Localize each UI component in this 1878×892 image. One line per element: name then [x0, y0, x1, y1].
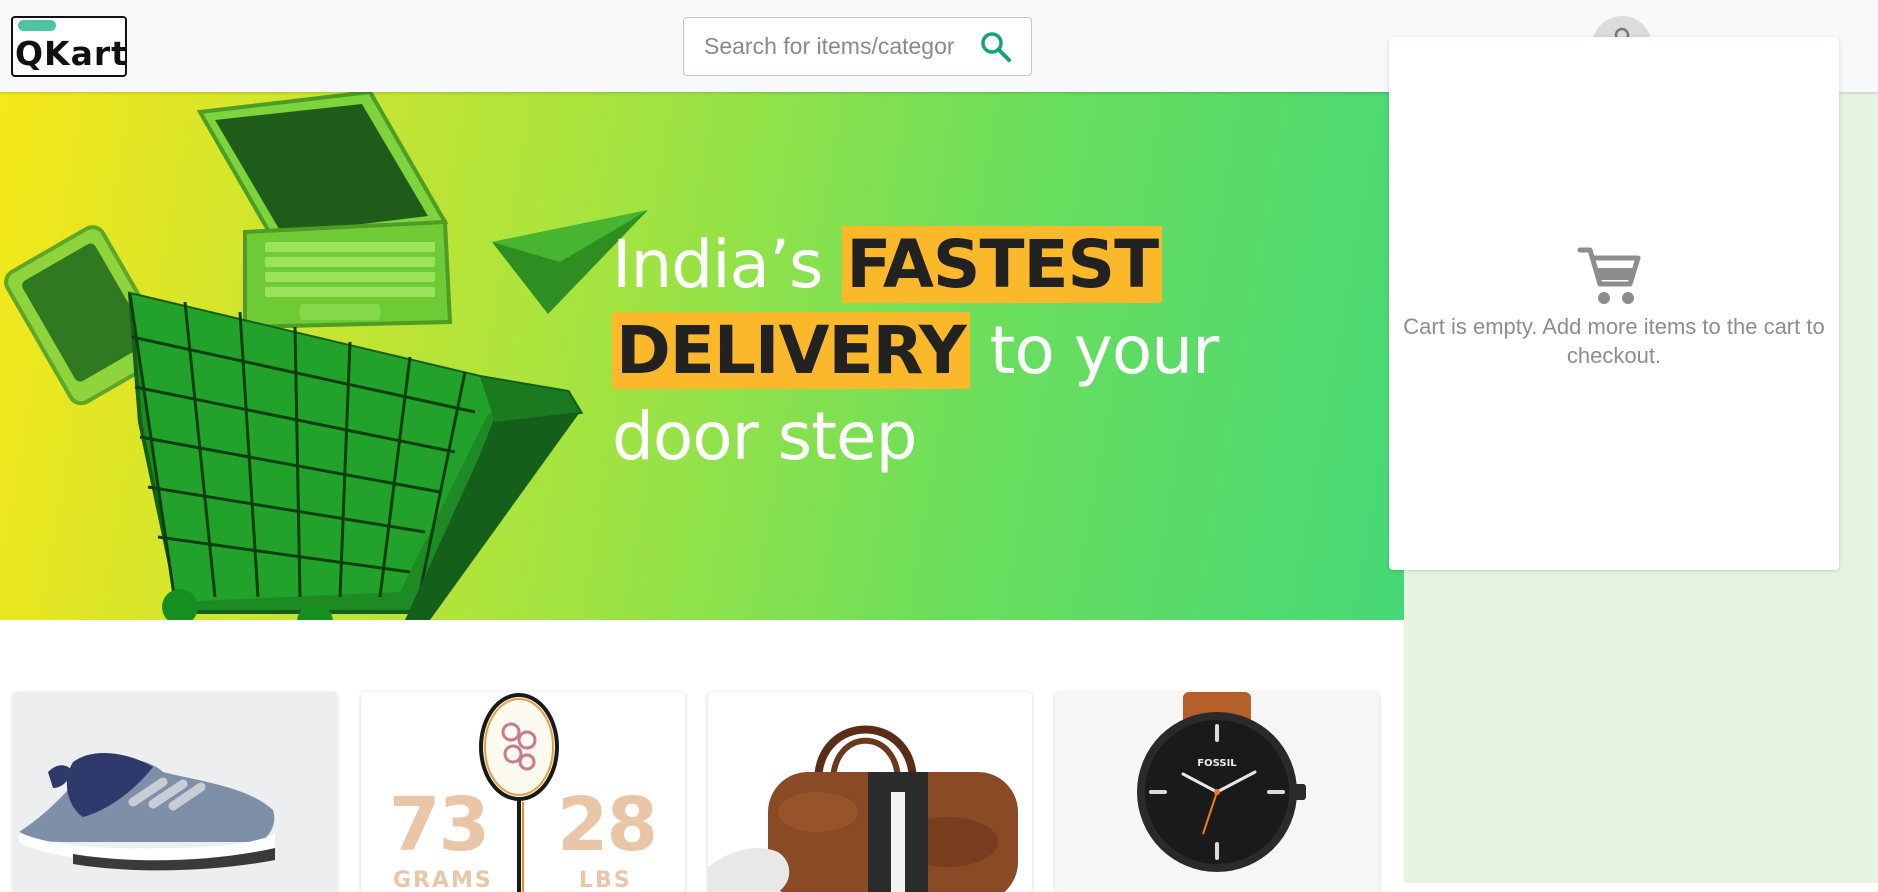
headline-text-1: India’s [612, 226, 843, 303]
product-card-racket[interactable]: 73 28 GRAMS LBS [361, 692, 685, 892]
product-card-duffel-bag[interactable] [708, 692, 1032, 892]
search-input[interactable] [685, 19, 965, 74]
headline-highlight-delivery: DELIVERY [612, 312, 970, 389]
search-icon[interactable] [979, 30, 1013, 64]
hero-banner: India’s FASTEST DELIVERY to your door st… [0, 92, 1404, 620]
cart-empty-message: Cart is empty. Add more items to the car… [1403, 314, 1825, 368]
product-card-shoe[interactable] [13, 692, 337, 892]
shopping-cart-icon [1576, 242, 1642, 313]
headline-highlight-fastest: FASTEST [842, 226, 1163, 303]
watch-image: FOSSIL [1137, 692, 1306, 872]
search-box[interactable] [683, 17, 1032, 76]
cart-panel: Cart is empty. Add more items to the car… [1389, 37, 1839, 570]
racket-tension-number: 28 [557, 782, 658, 868]
watch-brand: FOSSIL [1197, 758, 1237, 769]
racket-tension-unit: LBS [579, 868, 632, 892]
logo-text: QKart [15, 34, 128, 73]
logo-accent [18, 20, 56, 31]
qkart-logo[interactable]: QKart [11, 16, 127, 77]
racket-weight-unit: GRAMS [393, 868, 493, 892]
hero-headline: India’s FASTEST DELIVERY to your door st… [612, 222, 1252, 480]
product-card-watch[interactable]: FOSSIL [1055, 692, 1379, 892]
racket-weight-number: 73 [389, 782, 490, 868]
duffel-bag-image [708, 725, 1018, 892]
shoe-image [19, 752, 275, 871]
